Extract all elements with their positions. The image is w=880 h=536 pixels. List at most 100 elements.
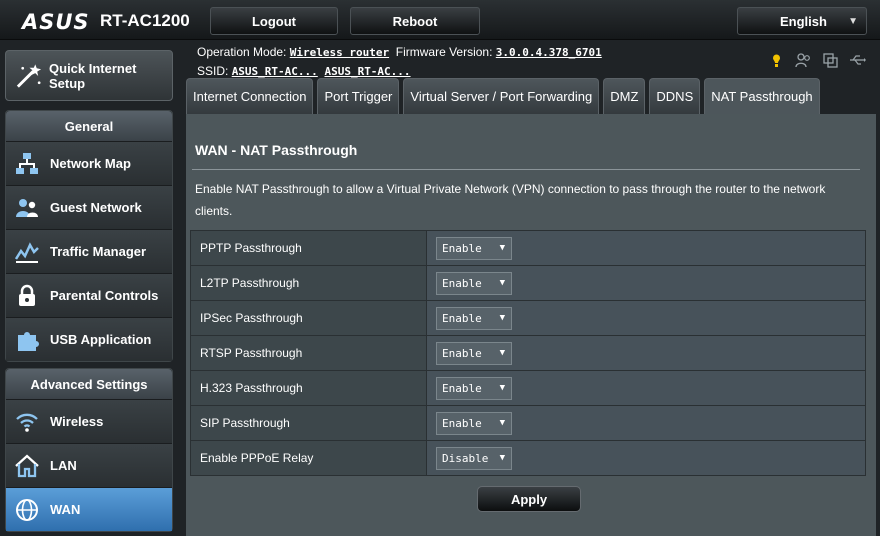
logout-button[interactable]: Logout	[210, 7, 338, 35]
option-name: PPTP Passthrough	[190, 230, 427, 266]
chevron-down-icon: ▼	[499, 452, 505, 463]
sidebar-item-lan[interactable]: LAN	[6, 443, 172, 487]
tab-dmz[interactable]: DMZ	[603, 78, 646, 114]
general-header: General	[6, 111, 172, 141]
sidebar-item-wan[interactable]: WAN	[6, 487, 172, 531]
sidebar-item-wireless[interactable]: Wireless	[6, 399, 172, 443]
advanced-header: Advanced Settings	[6, 369, 172, 399]
select-value: Enable	[442, 241, 482, 255]
tab-bar: Internet Connection Port Trigger Virtual…	[186, 78, 820, 114]
table-row: SIP Passthrough Enable ▼	[190, 405, 866, 441]
sidebar-item-label: Wireless	[50, 414, 104, 429]
tab-nat-passthrough[interactable]: NAT Passthrough	[704, 78, 820, 114]
chevron-down-icon: ▼	[499, 347, 505, 358]
option-name: Enable PPPoE Relay	[190, 440, 427, 476]
sidebar-item-network-map[interactable]: Network Map	[6, 141, 172, 185]
tab-internet-connection[interactable]: Internet Connection	[186, 78, 314, 114]
status-icons	[768, 52, 866, 68]
sidebar-item-label: Guest Network	[50, 200, 142, 215]
table-row: Enable PPPoE Relay Disable ▼	[190, 440, 866, 476]
firmware-link[interactable]: 3.0.0.4.378_6701	[496, 46, 602, 59]
select-value: Enable	[442, 311, 482, 325]
chevron-down-icon: ▼	[499, 277, 505, 288]
sidebar-item-label: Parental Controls	[50, 288, 159, 303]
select-value: Disable	[442, 451, 489, 465]
page-title: WAN - NAT Passthrough	[195, 142, 358, 158]
brand-logo: ASUS	[22, 10, 90, 34]
pptp-passthrough-select[interactable]: Enable ▼	[436, 236, 512, 260]
tab-virtual-server[interactable]: Virtual Server / Port Forwarding	[403, 78, 600, 114]
language-select[interactable]: English ▼	[737, 7, 867, 35]
chevron-down-icon: ▼	[499, 382, 505, 393]
op-mode-label: Operation Mode:	[197, 45, 287, 59]
guest-network-icon	[16, 198, 38, 217]
quick-internet-setup-button[interactable]: Quick Internet Setup	[5, 50, 173, 101]
general-menu: General Network Map Guest Network Traffi…	[5, 110, 173, 362]
lightbulb-icon[interactable]	[768, 52, 785, 68]
pppoe-relay-select[interactable]: Disable ▼	[436, 446, 512, 470]
ssid-link-2[interactable]: ASUS_RT-AC...	[324, 65, 410, 78]
sidebar-item-label: WAN	[50, 502, 81, 517]
select-value: Enable	[442, 276, 482, 290]
sidebar: Quick Internet Setup General Network Map…	[0, 40, 178, 536]
traffic-manager-icon	[14, 241, 39, 263]
language-value: English	[780, 13, 827, 29]
op-mode-link[interactable]: Wireless router	[290, 46, 389, 59]
chevron-down-icon: ▼	[499, 417, 505, 428]
model-name: RT-AC1200	[100, 11, 190, 30]
sidebar-item-parental-controls[interactable]: Parental Controls	[6, 273, 172, 317]
table-row: PPTP Passthrough Enable ▼	[190, 230, 866, 266]
option-name: L2TP Passthrough	[190, 265, 427, 301]
sidebar-item-label: USB Application	[50, 332, 152, 347]
select-value: Enable	[442, 346, 482, 360]
clients-icon[interactable]	[795, 52, 812, 68]
table-row: RTSP Passthrough Enable ▼	[190, 335, 866, 371]
tab-ddns[interactable]: DDNS	[649, 78, 701, 114]
puzzle-icon	[18, 331, 39, 351]
magic-wand-icon	[16, 63, 42, 88]
sidebar-item-label: Network Map	[50, 156, 131, 171]
sidebar-item-label: LAN	[50, 458, 77, 473]
option-name: IPSec Passthrough	[190, 300, 427, 336]
reboot-button[interactable]: Reboot	[350, 7, 480, 35]
select-value: Enable	[442, 381, 482, 395]
sidebar-item-guest-network[interactable]: Guest Network	[6, 185, 172, 229]
option-name: RTSP Passthrough	[190, 335, 427, 371]
option-name: SIP Passthrough	[190, 405, 427, 441]
passthrough-table: PPTP Passthrough Enable ▼ L2TP Passthrou…	[190, 230, 866, 476]
status-bar: Operation Mode: Wireless router Firmware…	[197, 43, 602, 81]
option-name: H.323 Passthrough	[190, 370, 427, 406]
quick-internet-setup-label: Quick Internet Setup	[49, 60, 137, 91]
table-row: IPSec Passthrough Enable ▼	[190, 300, 866, 336]
table-row: H.323 Passthrough Enable ▼	[190, 370, 866, 406]
usb-icon[interactable]	[849, 52, 866, 68]
h323-passthrough-select[interactable]: Enable ▼	[436, 376, 512, 400]
globe-icon	[16, 498, 38, 521]
chevron-down-icon: ▼	[499, 242, 505, 253]
page-description: Enable NAT Passthrough to allow a Virtua…	[195, 182, 826, 218]
rtsp-passthrough-select[interactable]: Enable ▼	[436, 341, 512, 365]
table-row: L2TP Passthrough Enable ▼	[190, 265, 866, 301]
tab-port-trigger[interactable]: Port Trigger	[317, 78, 400, 114]
ssid-label: SSID:	[197, 64, 229, 78]
sidebar-item-traffic-manager[interactable]: Traffic Manager	[6, 229, 172, 273]
apply-button[interactable]: Apply	[477, 486, 581, 512]
ipsec-passthrough-select[interactable]: Enable ▼	[436, 306, 512, 330]
l2tp-passthrough-select[interactable]: Enable ▼	[436, 271, 512, 295]
divider	[192, 169, 860, 170]
select-value: Enable	[442, 416, 482, 430]
sidebar-item-usb-application[interactable]: USB Application	[6, 317, 172, 361]
ssid-link-1[interactable]: ASUS_RT-AC...	[232, 65, 318, 78]
top-bar: ASUS RT-AC1200 Logout Reboot English ▼	[0, 0, 880, 40]
firmware-label: Firmware Version:	[395, 45, 493, 59]
home-icon	[15, 453, 39, 477]
content-panel: WAN - NAT Passthrough Enable NAT Passthr…	[186, 114, 876, 536]
chevron-down-icon: ▼	[499, 312, 505, 323]
advanced-menu: Advanced Settings Wireless LAN WAN	[5, 368, 173, 532]
wifi-icon	[16, 413, 38, 432]
sip-passthrough-select[interactable]: Enable ▼	[436, 411, 512, 435]
copy-icon[interactable]	[822, 52, 839, 68]
lock-icon	[19, 284, 35, 306]
chevron-down-icon: ▼	[848, 16, 858, 27]
sidebar-item-label: Traffic Manager	[50, 244, 147, 259]
